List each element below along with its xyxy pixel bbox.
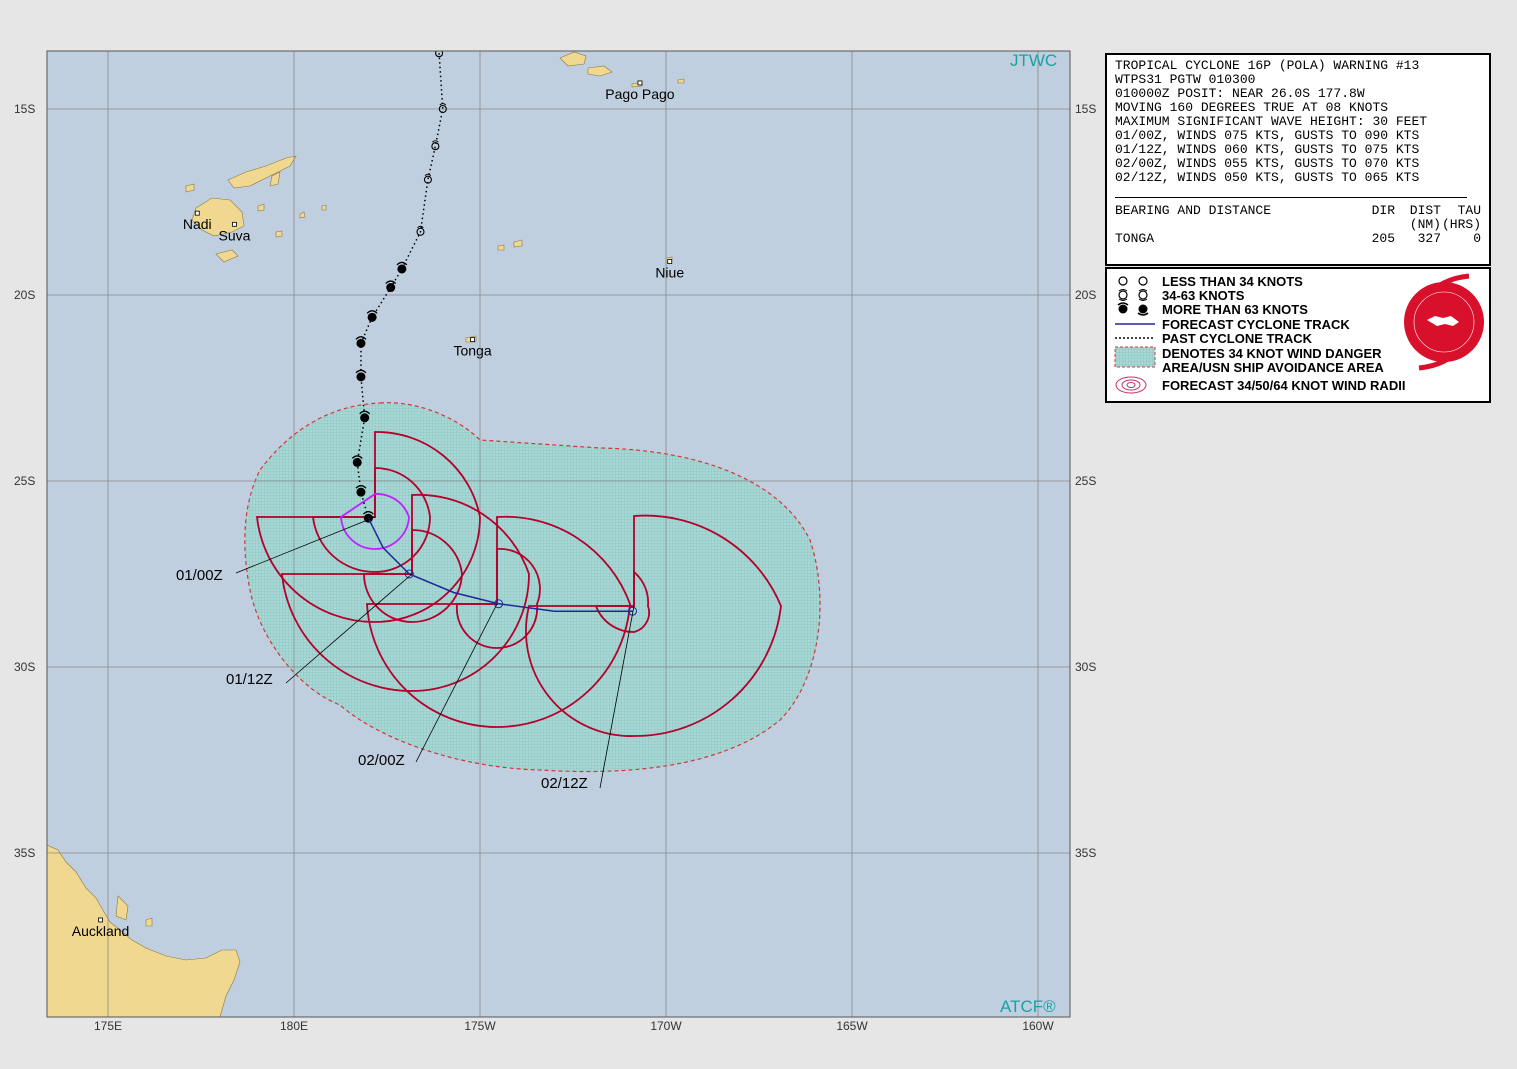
bearing-header-row: BEARING AND DISTANCE DIR DIST TAU [1115, 204, 1489, 218]
place-label: Niue [655, 265, 684, 281]
warning-line-movement: MOVING 160 DEGREES TRUE AT 08 KNOTS [1115, 100, 1389, 115]
tau-header: TAU [1457, 203, 1481, 218]
label-02-12z: 02/12Z [541, 775, 588, 792]
lon-label: 175E [94, 1019, 122, 1033]
place-marker [637, 80, 643, 86]
dist-header: DIST [1409, 203, 1441, 218]
place-marker [98, 917, 103, 923]
hollow-cyclone-icon [1118, 289, 1148, 301]
place-label: Tonga [453, 343, 491, 359]
warning-line-winds-01-12z: 01/12Z, WINDS 060 KTS, GUSTS TO 075 KTS [1115, 142, 1420, 157]
place-label: Nadi [183, 216, 212, 232]
track-point-gt63 [352, 457, 362, 467]
legend-text-danger-2: AREA/USN SHIP AVOIDANCE AREA [1162, 360, 1384, 375]
atcf-brand: ATCF® [1000, 997, 1056, 1016]
bearing-dist: 327 [1417, 231, 1441, 246]
track-point-arm [436, 48, 442, 50]
place-label: Auckland [72, 923, 130, 939]
longitude-labels: 175E 180E 175W 170W 165W 160W [94, 1019, 1054, 1033]
lat-label-left: 20S [14, 288, 35, 302]
lat-label-right: 20S [1075, 288, 1096, 302]
dir-header: DIR [1371, 203, 1395, 218]
legend-text-wind-radii: FORECAST 34/50/64 KNOT WIND RADII [1162, 378, 1406, 393]
place-marker [194, 210, 200, 216]
track-point-gt63 [356, 372, 366, 382]
label-01-12z: 01/12Z [226, 671, 273, 688]
track-point-gt63 [356, 487, 366, 497]
bearing-tau: 0 [1473, 231, 1481, 246]
dist-unit: (NM) [1409, 217, 1441, 232]
tau-unit: (HRS) [1441, 217, 1481, 232]
lat-label-right: 15S [1075, 102, 1096, 116]
track-point-gt63 [397, 264, 407, 274]
lat-label-right: 25S [1075, 474, 1096, 488]
warning-divider [1115, 197, 1467, 198]
track-point-gt63 [386, 283, 396, 293]
place-label: Pago Pago [605, 86, 674, 102]
lat-label-left: 25S [14, 474, 35, 488]
bearing-unit-row: (NM) (HRS) [1115, 218, 1489, 232]
legend-text-past-track: PAST CYCLONE TRACK [1162, 331, 1312, 346]
latitude-labels-right: 15S 20S 25S 30S 35S [1075, 102, 1096, 860]
land-manua [677, 78, 685, 84]
land-fiji-islet-c [275, 230, 283, 238]
bearing-dir: 205 [1371, 231, 1395, 246]
warning-line-header: WTPS31 PGTW 010300 [1115, 72, 1256, 87]
bearing-title: BEARING AND DISTANCE [1115, 203, 1272, 218]
jtwc-seal-logo [1404, 273, 1484, 371]
label-01-00z: 01/00Z [176, 567, 223, 584]
legend-text-forecast-track: FORECAST CYCLONE TRACK [1162, 317, 1350, 332]
lat-label-left: 30S [14, 660, 35, 674]
warning-line-wave-height: MAXIMUM SIGNIFICANT WAVE HEIGHT: 30 FEET [1115, 114, 1428, 129]
latitude-labels-left: 15S 20S 25S 30S 35S [14, 102, 35, 860]
legend-text-lt34: LESS THAN 34 KNOTS [1162, 274, 1303, 289]
warning-line-winds-02-12z: 02/12Z, WINDS 050 KTS, GUSTS TO 065 KTS [1115, 170, 1420, 185]
lat-label-left: 35S [14, 846, 35, 860]
wind-radii-icon [1115, 376, 1147, 394]
lon-label: 165W [836, 1019, 868, 1033]
land-fiji-islet-e [321, 204, 327, 211]
place-marker [470, 337, 475, 343]
warning-line-winds-02-00z: 02/00Z, WINDS 055 KTS, GUSTS TO 070 KTS [1115, 156, 1420, 171]
place-marker [667, 259, 673, 264]
lat-label-left: 15S [14, 102, 35, 116]
track-point-gt63 [356, 338, 366, 348]
land-lau-b [497, 244, 505, 251]
forecast-track-line-icon [1115, 323, 1155, 325]
warning-line-position: 010000Z POSIT: NEAR 26.0S 177.8W [1115, 86, 1365, 101]
lon-label: 170W [650, 1019, 682, 1033]
legend-text-danger-1: DENOTES 34 KNOT WIND DANGER [1162, 346, 1382, 361]
lat-label-right: 30S [1075, 660, 1096, 674]
place-marker [232, 221, 237, 227]
filled-cyclone-icon [1117, 302, 1149, 316]
track-point-gt63 [360, 413, 370, 423]
bearing-row-tonga: TONGA 205 327 0 [1115, 232, 1489, 246]
legend-text-34-63: 34-63 KNOTS [1162, 288, 1245, 303]
track-point-gt63 [367, 312, 377, 322]
lat-label-right: 35S [1075, 846, 1096, 860]
warning-line-winds-01-00z: 01/00Z, WINDS 075 KTS, GUSTS TO 090 KTS [1115, 128, 1420, 143]
lon-label: 160W [1022, 1019, 1054, 1033]
danger-area-icon [1114, 346, 1156, 368]
legend-text-gt63: MORE THAN 63 KNOTS [1162, 302, 1308, 317]
jtwc-brand: JTWC [1010, 51, 1057, 70]
place-label: Suva [219, 227, 251, 243]
past-track-line-icon [1115, 337, 1155, 339]
lon-label: 175W [464, 1019, 496, 1033]
lon-label: 180E [280, 1019, 308, 1033]
warning-line-title: TROPICAL CYCLONE 16P (POLA) WARNING #13 [1115, 58, 1420, 73]
open-cyclone-icon [1118, 276, 1148, 286]
label-02-00z: 02/00Z [358, 752, 405, 769]
warning-panel: TROPICAL CYCLONE 16P (POLA) WARNING #13 … [1105, 53, 1491, 266]
bearing-place: TONGA [1115, 231, 1155, 246]
legend-panel: LESS THAN 34 KNOTS 34-63 KNOTS MORE THAN… [1105, 267, 1491, 403]
